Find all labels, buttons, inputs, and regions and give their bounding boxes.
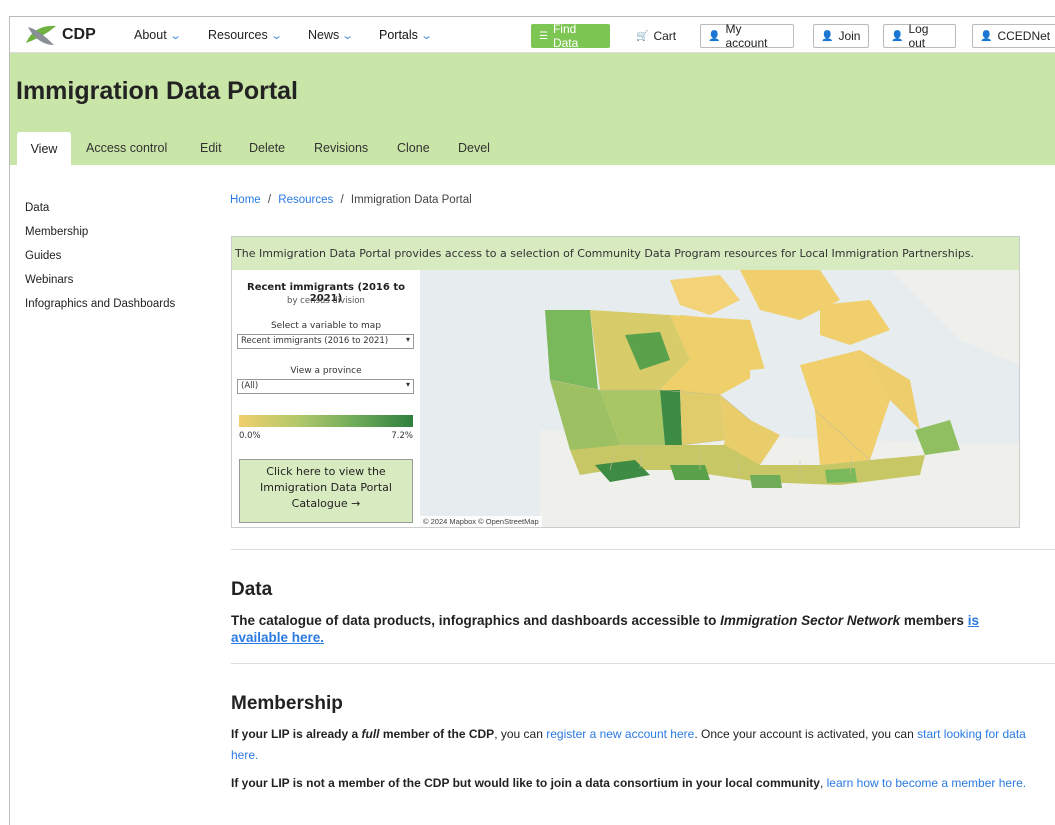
my-account-label: My account — [725, 22, 768, 50]
nav-portals-label: Portals — [379, 28, 418, 42]
membership-text: . Once your account is activated, you ca… — [694, 727, 918, 741]
canada-map-graphic — [420, 270, 1019, 527]
nav-portals[interactable]: Portals ⌄ — [379, 28, 433, 42]
membership-text-bold: member of the CDP — [379, 727, 495, 741]
membership-heading: Membership — [231, 693, 343, 714]
nav-news-label: News — [308, 28, 340, 42]
tab-access-control[interactable]: Access control — [86, 141, 167, 155]
tab-devel[interactable]: Devel — [458, 141, 490, 155]
dropdown-arrow-icon: ▾ — [405, 380, 410, 389]
province-select-value: (All) — [241, 381, 259, 391]
sidebar-item-webinars[interactable]: Webinars — [25, 268, 175, 292]
tab-delete[interactable]: Delete — [249, 141, 285, 155]
data-text-italic: Immigration Sector Network — [720, 613, 901, 628]
breadcrumb-separator: / — [340, 194, 344, 206]
data-heading: Data — [231, 579, 273, 600]
tab-edit[interactable]: Edit — [200, 141, 222, 155]
dashboard-banner: The Immigration Data Portal provides acc… — [232, 237, 1019, 270]
data-text: The catalogue of data products, infograp… — [231, 613, 721, 628]
membership-text-bold-italic: full — [361, 727, 380, 741]
cart-icon: 🛒 — [636, 30, 649, 42]
breadcrumb-home[interactable]: Home — [230, 194, 261, 206]
register-account-link[interactable]: register a new account here — [546, 727, 694, 741]
variable-select-value: Recent immigrants (2016 to 2021) — [241, 336, 389, 346]
cart-label: Cart — [653, 29, 677, 43]
breadcrumb-resources[interactable]: Resources — [278, 194, 333, 206]
tab-clone[interactable]: Clone — [397, 141, 430, 155]
province-select-label: View a province — [290, 366, 362, 376]
sidebar-item-membership[interactable]: Membership — [25, 220, 175, 244]
membership-paragraph-1: If your LIP is already a full member of … — [231, 724, 1051, 766]
nav-resources-label: Resources — [208, 28, 268, 42]
map-credit: © 2024 Mapbox © OpenStreetMap — [420, 516, 542, 527]
chevron-down-icon: ⌄ — [420, 30, 433, 42]
membership-text-bold: If your LIP is not a member of the CDP b… — [231, 776, 820, 790]
membership-paragraph-2: If your LIP is not a member of the CDP b… — [231, 773, 1051, 794]
page-title: Immigration Data Portal — [16, 77, 298, 105]
nav-about[interactable]: About ⌄ — [134, 28, 182, 42]
logo-text: CDP — [62, 26, 96, 43]
breadcrumb-current: Immigration Data Portal — [350, 194, 472, 206]
page-frame: CDP About ⌄ Resources ⌄ News ⌄ Portals ⌄ ☰ Fi… — [9, 16, 1055, 825]
chevron-down-icon: ⌄ — [269, 30, 283, 42]
become-member-link[interactable]: learn how to become a member here. — [827, 776, 1026, 790]
membership-text-bold: If your LIP is already a — [231, 727, 362, 741]
canada-map[interactable] — [420, 270, 1019, 527]
user-icon: 👤 — [980, 30, 993, 42]
membership-text: , you can — [494, 727, 547, 741]
tab-view[interactable]: View — [17, 132, 71, 165]
dashboard-embed[interactable]: The Immigration Data Portal provides acc… — [231, 236, 1020, 528]
find-data-button[interactable]: ☰ Find Data — [531, 22, 610, 50]
database-icon: ☰ — [539, 30, 548, 42]
province-select[interactable]: (All) ▾ — [237, 379, 414, 394]
variable-select[interactable]: Recent immigrants (2016 to 2021) ▾ — [237, 334, 414, 349]
data-paragraph: The catalogue of data products, infograp… — [231, 612, 1011, 646]
map-subtitle: by census division — [287, 296, 365, 306]
cdp-logo[interactable]: CDP — [24, 21, 96, 49]
variable-select-label: Select a variable to map — [270, 321, 382, 331]
color-legend — [239, 415, 413, 427]
sidebar-item-guides[interactable]: Guides — [25, 244, 175, 268]
membership-text: , — [819, 776, 827, 790]
sidebar: Data Membership Guides Webinars Infograp… — [25, 196, 175, 316]
nav-resources[interactable]: Resources ⌄ — [208, 28, 283, 42]
breadcrumb-separator: / — [267, 194, 272, 206]
log-out-label: Log out — [908, 22, 929, 50]
divider — [231, 549, 1055, 550]
my-account-button[interactable]: 👤 My account — [700, 22, 794, 50]
dashboard-control-panel: Recent immigrants (2016 to 2021) by cens… — [232, 270, 420, 527]
user-plus-icon: 👤 — [821, 30, 834, 42]
user-name-label: CCEDNet — [997, 29, 1051, 43]
divider — [231, 663, 1055, 664]
find-data-label: Find Data — [552, 22, 579, 50]
sidebar-item-data[interactable]: Data — [25, 196, 175, 220]
top-navbar: CDP About ⌄ Resources ⌄ News ⌄ Portals ⌄ ☰ Fi… — [10, 17, 1055, 53]
dropdown-arrow-icon: ▾ — [405, 335, 410, 344]
cart-button[interactable]: 🛒 Cart — [628, 24, 684, 48]
sidebar-item-infographics[interactable]: Infographics and Dashboards — [25, 292, 175, 316]
data-text: members — [900, 613, 968, 628]
view-catalogue-button[interactable]: Click here to view the Immigration Data … — [239, 459, 413, 523]
nav-about-label: About — [134, 28, 167, 42]
join-label: Join — [838, 29, 861, 43]
tab-revisions[interactable]: Revisions — [314, 141, 368, 155]
legend-max: 7.2% — [391, 431, 413, 441]
log-out-button[interactable]: 👤 Log out — [883, 22, 956, 50]
chevron-down-icon: ⌄ — [341, 30, 355, 42]
join-button[interactable]: 👤 Join — [813, 24, 869, 48]
user-icon: 👤 — [708, 30, 721, 42]
user-account-button[interactable]: 👤 CCEDNet — [972, 24, 1055, 48]
cdp-leaf-icon — [26, 25, 56, 45]
chevron-down-icon: ⌄ — [168, 30, 182, 42]
user-icon: 👤 — [891, 30, 904, 42]
nav-news[interactable]: News ⌄ — [308, 28, 355, 42]
breadcrumb: Home / Resources / Immigration Data Port… — [230, 194, 472, 206]
legend-min: 0.0% — [239, 431, 261, 441]
